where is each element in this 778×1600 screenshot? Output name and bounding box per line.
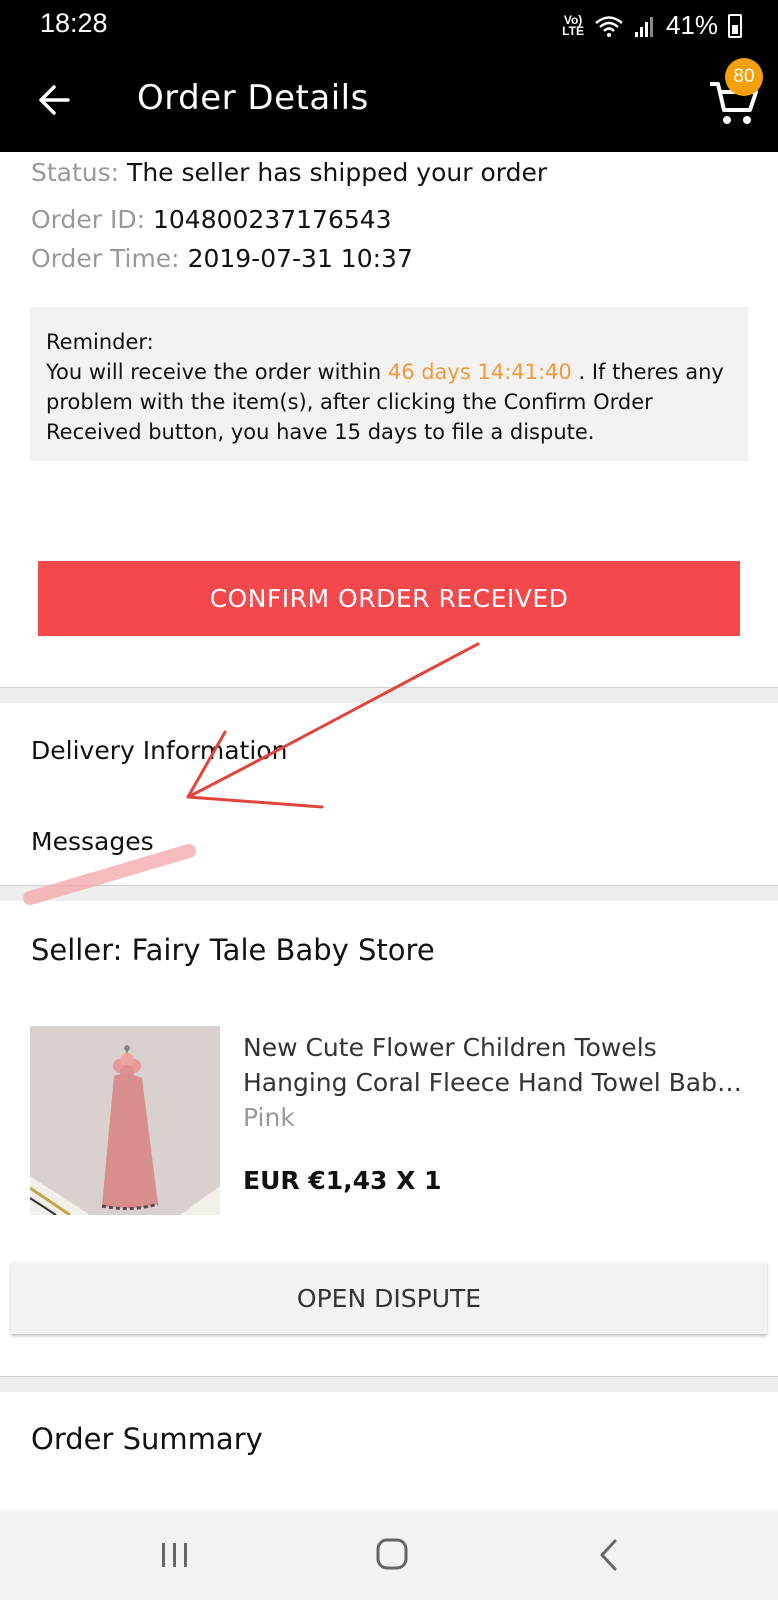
messages-link[interactable]: Messages xyxy=(31,827,154,856)
countdown-timer: 46 days 14:41:40 xyxy=(387,360,572,384)
product-title-line-1: New Cute Flower Children Towels xyxy=(243,1033,657,1062)
confirm-order-received-button[interactable]: CONFIRM ORDER RECEIVED xyxy=(38,561,740,636)
signal-icon xyxy=(634,16,653,37)
system-navigation-bar xyxy=(0,1510,778,1600)
network-type-label: Vo) LTE xyxy=(562,14,584,38)
page-title: Order Details xyxy=(137,78,369,118)
open-dispute-button[interactable]: OPEN DISPUTE xyxy=(11,1262,767,1334)
seller-name[interactable]: Seller: Fairy Tale Baby Store xyxy=(31,933,435,967)
recent-apps-icon[interactable] xyxy=(150,1532,200,1578)
home-icon[interactable] xyxy=(367,1532,417,1578)
nav-back-icon[interactable] xyxy=(585,1532,635,1578)
reminder-box: Reminder: You will receive the order wit… xyxy=(30,307,748,461)
product-image[interactable] xyxy=(30,1026,220,1215)
status-bar: 18:28 Vo) LTE 41% xyxy=(0,0,778,50)
reminder-title: Reminder: xyxy=(46,330,154,354)
status-indicators: Vo) LTE 41% xyxy=(562,10,742,41)
order-summary-title: Order Summary xyxy=(31,1422,263,1456)
order-status-row: Status: The seller has shipped your orde… xyxy=(31,158,547,187)
order-time-label: Order Time: xyxy=(31,244,180,273)
delivery-information-link[interactable]: Delivery Information xyxy=(31,736,287,765)
section-divider xyxy=(0,687,778,703)
wifi-icon xyxy=(595,15,623,37)
section-divider xyxy=(0,885,778,901)
product-photo-graphic xyxy=(30,1026,220,1215)
annotation-overlay xyxy=(23,642,480,905)
order-id-label: Order ID: xyxy=(31,205,146,234)
product-variant: Pink xyxy=(243,1103,295,1132)
order-id-row: Order ID: 104800237176543 xyxy=(31,205,392,234)
order-time-value: 2019-07-31 10:37 xyxy=(187,244,413,273)
order-id-value: 104800237176543 xyxy=(153,205,392,234)
reminder-text: You will receive the order within 46 day… xyxy=(46,357,732,447)
product-title-line-2: Hanging Coral Fleece Hand Towel Baby ... xyxy=(243,1068,753,1097)
annotation-arrow xyxy=(186,642,480,799)
product-title[interactable]: New Cute Flower Children Towels Hanging … xyxy=(243,1030,753,1100)
lte-label: LTE xyxy=(562,23,584,38)
reminder-text-before: You will receive the order within xyxy=(46,360,388,384)
status-time: 18:28 xyxy=(40,8,108,38)
status-value: The seller has shipped your order xyxy=(127,158,548,187)
order-time-row: Order Time: 2019-07-31 10:37 xyxy=(31,244,413,273)
app-bar: Order Details xyxy=(0,50,778,152)
status-label: Status: xyxy=(31,158,120,187)
arrow-left-icon[interactable] xyxy=(32,76,82,126)
battery-percent: 41% xyxy=(665,10,718,40)
section-divider xyxy=(0,1376,778,1392)
battery-icon xyxy=(728,13,742,38)
cart-count-badge: 80 xyxy=(725,58,763,96)
product-price: EUR €1,43 X 1 xyxy=(243,1166,442,1195)
